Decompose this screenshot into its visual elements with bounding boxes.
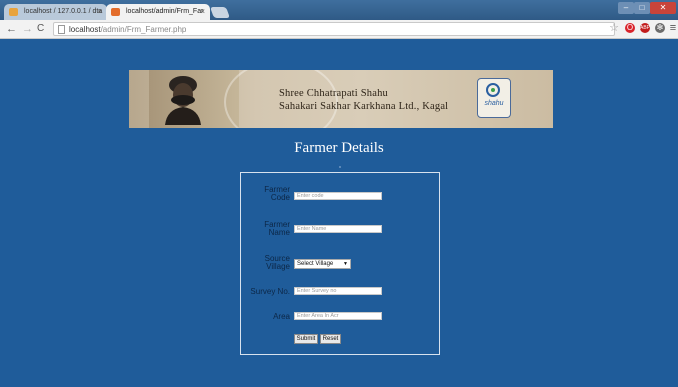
source-village-label: Source Village [264, 254, 290, 271]
shahu-logo-icon [486, 83, 500, 97]
new-tab-button[interactable] [209, 7, 231, 18]
shahu-logo: shahu [477, 78, 511, 118]
close-icon: ✕ [659, 3, 667, 12]
minimize-button[interactable]: – [618, 2, 634, 14]
area-input[interactable]: Enter Area In Acr [294, 312, 382, 320]
maximize-button[interactable]: □ [634, 2, 650, 14]
page-favicon-icon [111, 8, 120, 16]
area-label: Area [273, 312, 290, 321]
browser-title-bar: localhost / 127.0.0.1 / dta × localhost/… [0, 0, 678, 20]
close-tab-icon[interactable]: × [200, 4, 205, 20]
tab-label: localhost / 127.0.0.1 / dta [24, 8, 103, 15]
address-bar[interactable]: localhost/admin/Frm_Farmer.php [53, 22, 615, 36]
bookmark-star-icon[interactable]: ☆ [609, 21, 619, 34]
close-tab-icon[interactable]: × [97, 4, 102, 20]
phpmyadmin-favicon-icon [9, 8, 18, 16]
title-divider [339, 166, 341, 168]
farmer-code-label: Farmer Code [264, 185, 290, 202]
village-select[interactable]: Select Village ▼ [294, 259, 351, 269]
tab-label: localhost/admin/Frm_Far [126, 8, 204, 15]
maximize-icon: □ [639, 3, 645, 12]
extension-icon[interactable]: ✻ [655, 23, 665, 33]
minimize-icon: – [623, 3, 629, 12]
browser-toolbar: ← → C localhost/admin/Frm_Farmer.php ☆ O… [0, 20, 678, 39]
organization-name-line-1: Shree Chhatrapati Shahu [279, 88, 388, 99]
url-text: localhost/admin/Frm_Farmer.php [69, 25, 187, 34]
organization-name: Shree Chhatrapati Shahu Sahakari Sakhar … [279, 87, 448, 113]
logo-text: shahu [484, 100, 504, 107]
founder-portrait-image [165, 76, 201, 125]
survey-no-label: Survey No. [250, 287, 290, 296]
back-arrow-icon[interactable]: ← [6, 22, 17, 36]
dropdown-arrow-icon: ▼ [343, 261, 348, 267]
farmer-name-label: Farmer Name [264, 220, 290, 237]
menu-icon[interactable]: ≡ [668, 23, 678, 34]
farmer-code-input[interactable]: Enter code [294, 192, 382, 200]
tab-farmer-form[interactable]: localhost/admin/Frm_Far × [106, 4, 210, 20]
page-icon [58, 25, 65, 34]
forward-arrow-icon[interactable]: → [22, 22, 33, 36]
survey-no-input[interactable]: Enter Survey no [294, 287, 382, 295]
page-title: Farmer Details [294, 140, 384, 156]
reset-button[interactable]: Reset [320, 334, 341, 344]
tab-phpmyadmin[interactable]: localhost / 127.0.0.1 / dta × [4, 4, 107, 20]
submit-button[interactable]: Submit [294, 334, 318, 344]
opera-extension-icon[interactable]: O [625, 23, 635, 33]
farmer-name-input[interactable]: Enter Name [294, 225, 382, 233]
site-banner: Shree Chhatrapati Shahu Sahakari Sakhar … [129, 70, 553, 128]
organization-name-line-2: Sahakari Sakhar Karkhana Ltd., Kagal [279, 101, 449, 112]
reload-icon[interactable]: C [37, 22, 44, 36]
close-window-button[interactable]: ✕ [650, 2, 676, 14]
adblock-extension-icon[interactable]: ABP [640, 23, 650, 33]
